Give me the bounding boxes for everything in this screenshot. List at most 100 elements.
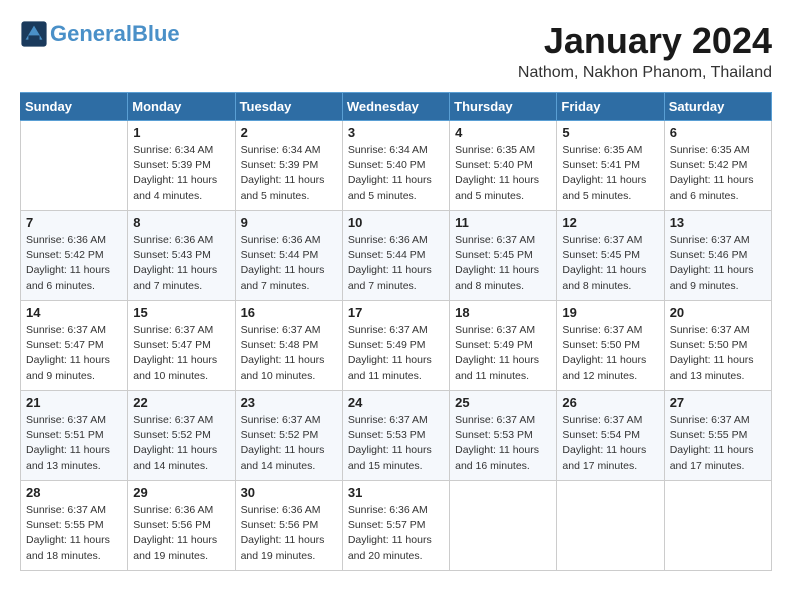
day-number: 11 (455, 215, 551, 230)
day-info: Sunrise: 6:36 AMSunset: 5:56 PMDaylight:… (133, 503, 229, 564)
day-info: Sunrise: 6:37 AMSunset: 5:46 PMDaylight:… (670, 233, 766, 294)
calendar-cell: 18 Sunrise: 6:37 AMSunset: 5:49 PMDayligh… (450, 301, 557, 391)
day-info: Sunrise: 6:36 AMSunset: 5:56 PMDaylight:… (241, 503, 337, 564)
logo-text: GeneralBlue (50, 22, 180, 46)
calendar-cell: 3Sunrise: 6:34 AMSunset: 5:40 PMDaylight… (342, 121, 449, 211)
day-info: Sunrise: 6:34 AMSunset: 5:39 PMDaylight:… (133, 143, 229, 204)
month-title: January 2024 (518, 20, 772, 62)
day-info: Sunrise: 6:37 AMSunset: 5:45 PMDaylight:… (455, 233, 551, 294)
day-number: 15 (133, 305, 229, 320)
day-number: 30 (241, 485, 337, 500)
day-info: Sunrise: 6:37 AMSunset: 5:52 PMDaylight:… (241, 413, 337, 474)
day-number: 19 (562, 305, 658, 320)
day-info: Sunrise: 6:37 AMSunset: 5:48 PMDaylight:… (241, 323, 337, 384)
calendar-cell: 29 Sunrise: 6:36 AMSunset: 5:56 PMDayligh… (128, 481, 235, 571)
logo: GeneralBlue (20, 20, 180, 48)
day-number: 10 (348, 215, 444, 230)
calendar-week-row: 1 Sunrise: 6:34 AMSunset: 5:39 PMDaylight… (21, 121, 772, 211)
day-number: 1 (133, 125, 229, 140)
calendar-cell: 10 Sunrise: 6:36 AMSunset: 5:44 PMDayligh… (342, 211, 449, 301)
day-number: 25 (455, 395, 551, 410)
weekday-header: Monday (128, 93, 235, 121)
calendar-cell: 31Sunrise: 6:36 AMSunset: 5:57 PMDayligh… (342, 481, 449, 571)
calendar-cell: 26Sunrise: 6:37 AMSunset: 5:54 PMDayligh… (557, 391, 664, 481)
day-info: Sunrise: 6:35 AMSunset: 5:42 PMDaylight:… (670, 143, 766, 204)
day-info: Sunrise: 6:37 AMSunset: 5:55 PMDaylight:… (26, 503, 122, 564)
day-number: 22 (133, 395, 229, 410)
calendar-cell: 6 Sunrise: 6:35 AMSunset: 5:42 PMDaylight… (664, 121, 771, 211)
weekday-header: Thursday (450, 93, 557, 121)
day-info: Sunrise: 6:37 AMSunset: 5:49 PMDaylight:… (455, 323, 551, 384)
calendar-cell: 27 Sunrise: 6:37 AMSunset: 5:55 PMDayligh… (664, 391, 771, 481)
calendar-cell (557, 481, 664, 571)
calendar-cell: 28 Sunrise: 6:37 AMSunset: 5:55 PMDayligh… (21, 481, 128, 571)
calendar-cell: 5Sunrise: 6:35 AMSunset: 5:41 PMDaylight… (557, 121, 664, 211)
calendar-cell: 7Sunrise: 6:36 AMSunset: 5:42 PMDaylight… (21, 211, 128, 301)
calendar-cell: 19 Sunrise: 6:37 AMSunset: 5:50 PMDayligh… (557, 301, 664, 391)
day-number: 27 (670, 395, 766, 410)
weekday-header: Friday (557, 93, 664, 121)
day-number: 6 (670, 125, 766, 140)
day-info: Sunrise: 6:35 AMSunset: 5:41 PMDaylight:… (562, 143, 658, 204)
calendar-cell: 16 Sunrise: 6:37 AMSunset: 5:48 PMDayligh… (235, 301, 342, 391)
calendar-cell: 9Sunrise: 6:36 AMSunset: 5:44 PMDaylight… (235, 211, 342, 301)
day-info: Sunrise: 6:37 AMSunset: 5:50 PMDaylight:… (670, 323, 766, 384)
weekday-header: Tuesday (235, 93, 342, 121)
calendar-cell: 25 Sunrise: 6:37 AMSunset: 5:53 PMDayligh… (450, 391, 557, 481)
day-number: 4 (455, 125, 551, 140)
day-number: 8 (133, 215, 229, 230)
calendar-cell: 21Sunrise: 6:37 AMSunset: 5:51 PMDayligh… (21, 391, 128, 481)
weekday-header: Saturday (664, 93, 771, 121)
day-info: Sunrise: 6:36 AMSunset: 5:44 PMDaylight:… (241, 233, 337, 294)
calendar-cell: 24 Sunrise: 6:37 AMSunset: 5:53 PMDayligh… (342, 391, 449, 481)
title-block: January 2024 Nathom, Nakhon Phanom, Thai… (518, 20, 772, 82)
day-number: 12 (562, 215, 658, 230)
calendar-cell: 12Sunrise: 6:37 AMSunset: 5:45 PMDayligh… (557, 211, 664, 301)
calendar-table: SundayMondayTuesdayWednesdayThursdayFrid… (20, 92, 772, 571)
calendar-cell (21, 121, 128, 211)
day-number: 16 (241, 305, 337, 320)
day-number: 28 (26, 485, 122, 500)
day-number: 29 (133, 485, 229, 500)
calendar-week-row: 7Sunrise: 6:36 AMSunset: 5:42 PMDaylight… (21, 211, 772, 301)
calendar-cell: 14Sunrise: 6:37 AMSunset: 5:47 PMDayligh… (21, 301, 128, 391)
day-info: Sunrise: 6:37 AMSunset: 5:55 PMDaylight:… (670, 413, 766, 474)
day-number: 13 (670, 215, 766, 230)
day-number: 20 (670, 305, 766, 320)
day-number: 24 (348, 395, 444, 410)
day-info: Sunrise: 6:37 AMSunset: 5:49 PMDaylight:… (348, 323, 444, 384)
page-header: GeneralBlue January 2024 Nathom, Nakhon … (20, 20, 772, 82)
calendar-cell: 22Sunrise: 6:37 AMSunset: 5:52 PMDayligh… (128, 391, 235, 481)
day-number: 14 (26, 305, 122, 320)
calendar-cell: 11 Sunrise: 6:37 AMSunset: 5:45 PMDayligh… (450, 211, 557, 301)
day-number: 2 (241, 125, 337, 140)
day-info: Sunrise: 6:34 AMSunset: 5:40 PMDaylight:… (348, 143, 444, 204)
calendar-week-row: 14 Sunrise: 6:37 AMSunset: 5:47 PMDayligh… (21, 301, 772, 391)
calendar-cell (664, 481, 771, 571)
calendar-cell: 20 Sunrise: 6:37 AMSunset: 5:50 PMDayligh… (664, 301, 771, 391)
calendar-cell: 8Sunrise: 6:36 AMSunset: 5:43 PMDaylight… (128, 211, 235, 301)
calendar-cell: 2 Sunrise: 6:34 AMSunset: 5:39 PMDaylight… (235, 121, 342, 211)
weekday-header: Wednesday (342, 93, 449, 121)
calendar-week-row: 21Sunrise: 6:37 AMSunset: 5:51 PMDayligh… (21, 391, 772, 481)
day-number: 18 (455, 305, 551, 320)
location-title: Nathom, Nakhon Phanom, Thailand (518, 64, 772, 82)
day-info: Sunrise: 6:37 AMSunset: 5:50 PMDaylight:… (562, 323, 658, 384)
day-info: Sunrise: 6:34 AMSunset: 5:39 PMDaylight:… (241, 143, 337, 204)
calendar-cell: 13 Sunrise: 6:37 AMSunset: 5:46 PMDayligh… (664, 211, 771, 301)
day-info: Sunrise: 6:36 AMSunset: 5:44 PMDaylight:… (348, 233, 444, 294)
day-info: Sunrise: 6:37 AMSunset: 5:51 PMDaylight:… (26, 413, 122, 474)
calendar-cell: 23Sunrise: 6:37 AMSunset: 5:52 PMDayligh… (235, 391, 342, 481)
calendar-cell (450, 481, 557, 571)
day-info: Sunrise: 6:36 AMSunset: 5:42 PMDaylight:… (26, 233, 122, 294)
calendar-cell: 4 Sunrise: 6:35 AMSunset: 5:40 PMDaylight… (450, 121, 557, 211)
calendar-cell: 15 Sunrise: 6:37 AMSunset: 5:47 PMDayligh… (128, 301, 235, 391)
day-number: 17 (348, 305, 444, 320)
day-info: Sunrise: 6:35 AMSunset: 5:40 PMDaylight:… (455, 143, 551, 204)
day-info: Sunrise: 6:37 AMSunset: 5:53 PMDaylight:… (455, 413, 551, 474)
day-info: Sunrise: 6:37 AMSunset: 5:53 PMDaylight:… (348, 413, 444, 474)
calendar-cell: 17 Sunrise: 6:37 AMSunset: 5:49 PMDayligh… (342, 301, 449, 391)
day-number: 31 (348, 485, 444, 500)
calendar-header-row: SundayMondayTuesdayWednesdayThursdayFrid… (21, 93, 772, 121)
day-info: Sunrise: 6:37 AMSunset: 5:47 PMDaylight:… (133, 323, 229, 384)
